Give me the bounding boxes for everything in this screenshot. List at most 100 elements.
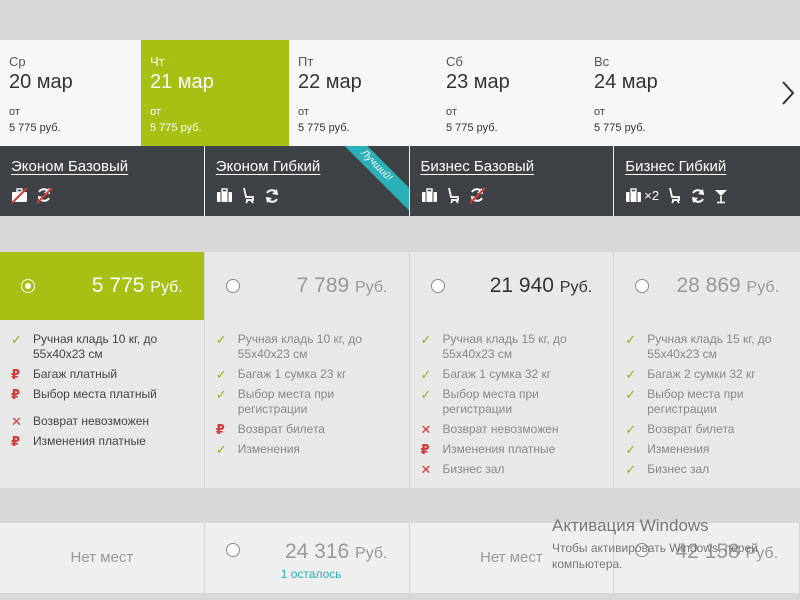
fare-headers: Эконом Базовый Эконом Гибкий Лучший! Бизн… xyxy=(0,146,800,216)
date-tab[interactable]: Чт 21 мар от 5 775 руб. xyxy=(141,40,289,146)
feature-text: Выбор места при регистрации xyxy=(237,387,335,416)
fare-offer[interactable]: 5 775 Руб. ✓ Ручная кладь 10 кг, до 55х4… xyxy=(0,252,205,488)
feature-text: Изменения xyxy=(647,442,710,456)
fare-name[interactable]: Бизнес Гибкий xyxy=(625,158,789,175)
fare-icons xyxy=(11,187,193,204)
ruble-icon: ₽ xyxy=(11,367,21,382)
cross-icon: ✕ xyxy=(11,414,22,429)
exchange-not-allowed-icon xyxy=(36,187,53,204)
feature-text: Выбор места при регистрации xyxy=(647,387,744,416)
feature-text: Возврат билета xyxy=(647,422,735,436)
check-icon: ✓ xyxy=(215,387,227,402)
feature-text: Изменения платные xyxy=(442,442,556,456)
check-icon: ✓ xyxy=(625,462,637,477)
fare-feature: ✓ Багаж 1 сумка 32 кг xyxy=(421,367,603,382)
fare-price: 7 789 Руб. xyxy=(296,274,388,297)
fare-feature: ✓ Ручная кладь 10 кг, до 55х40х23 см xyxy=(11,332,193,362)
feature-text: Ручная кладь 15 кг, до 55х40х23 см xyxy=(442,332,567,361)
baggage-not-included-icon xyxy=(11,187,28,204)
offer-price-bar[interactable]: 5 775 Руб. xyxy=(0,252,204,320)
activation-title: Активация Windows xyxy=(552,516,709,535)
fare-feature: ✕ Возврат невозможен xyxy=(421,422,603,437)
fare-price: 5 775 Руб. xyxy=(91,274,183,297)
fare-offer[interactable]: 24 316 Руб. 1 осталось xyxy=(204,523,410,593)
day-of-week: Пт xyxy=(298,54,314,69)
feature-text: Багаж 1 сумка 23 кг xyxy=(237,367,347,381)
feature-text: Багаж 1 сумка 32 кг xyxy=(442,367,552,381)
check-icon: ✓ xyxy=(420,332,432,347)
check-icon: ✓ xyxy=(625,442,637,457)
fare-feature: ✓ Бизнес зал xyxy=(625,462,789,477)
fare-radio[interactable] xyxy=(430,279,445,293)
min-price: 5 775 руб. xyxy=(446,122,498,134)
check-icon: ✓ xyxy=(420,387,432,402)
check-icon: ✓ xyxy=(625,422,637,437)
feature-text: Бизнес зал xyxy=(647,462,710,476)
fare-radio[interactable] xyxy=(635,279,650,293)
fare-header[interactable]: Бизнес Гибкий ×2 xyxy=(614,146,800,216)
feature-text: Возврат невозможен xyxy=(442,422,559,436)
exchange-not-allowed-icon xyxy=(468,187,486,204)
check-icon: ✓ xyxy=(625,332,637,347)
feature-text: Выбор места платный xyxy=(33,387,157,401)
feature-list: ✓ Ручная кладь 10 кг, до 55х40х23 см ₽ Б… xyxy=(0,320,204,466)
ruble-icon: ₽ xyxy=(215,422,225,437)
date-label: 23 мар xyxy=(446,71,510,93)
fare-offer[interactable]: 21 940 Руб. ✓ Ручная кладь 15 кг, до 55х… xyxy=(409,252,615,488)
check-icon: ✓ xyxy=(11,332,22,347)
price-from-label: от xyxy=(298,106,309,118)
date-label: 24 мар xyxy=(594,71,658,93)
price-from-label: от xyxy=(446,106,457,118)
day-of-week: Сб xyxy=(446,54,463,69)
offer-price-bar[interactable]: 7 789 Руб. xyxy=(205,252,409,320)
fare-feature: ✓ Багаж 2 сумки 32 кг xyxy=(625,367,789,382)
check-icon: ✓ xyxy=(625,367,637,382)
fare-name[interactable]: Эконом Базовый xyxy=(11,158,193,175)
ruble-icon: ₽ xyxy=(11,387,21,402)
feature-text: Багаж платный xyxy=(33,367,118,381)
baggage-icon xyxy=(421,188,437,202)
fare-offer[interactable]: 7 789 Руб. ✓ Ручная кладь 10 кг, до 55х4… xyxy=(204,252,410,488)
day-of-week: Чт xyxy=(150,54,165,69)
date-selector: Ср 20 мар от 5 775 руб. Чт 21 мар от 5 77… xyxy=(0,40,800,146)
fare-feature: ✓ Изменения xyxy=(216,442,398,457)
fare-radio[interactable] xyxy=(225,279,240,293)
day-of-week: Ср xyxy=(9,54,26,69)
date-tab[interactable]: Пт 22 мар от 5 775 руб. xyxy=(289,40,437,146)
fare-radio[interactable] xyxy=(225,543,240,557)
fare-feature: ✓ Ручная кладь 15 кг, до 55х40х23 см xyxy=(421,332,603,362)
offer-price-bar[interactable]: 28 869 Руб. xyxy=(614,252,800,320)
baggage-icon xyxy=(626,188,642,202)
seat-icon xyxy=(447,187,459,204)
fare-offer[interactable]: 28 869 Руб. ✓ Ручная кладь 15 кг, до 55х… xyxy=(614,252,800,488)
fare-header[interactable]: Эконом Гибкий Лучший! xyxy=(205,146,410,216)
fare-header[interactable]: Бизнес Базовый xyxy=(410,146,615,216)
offer-price-bar[interactable]: 21 940 Руб. xyxy=(410,252,614,320)
feature-text: Выбор места при регистрации xyxy=(442,387,539,416)
feature-text: Возврат билета xyxy=(237,422,325,436)
date-tab[interactable]: Сб 23 мар от 5 775 руб. xyxy=(437,40,585,146)
feature-text: Ручная кладь 10 кг, до 55х40х23 см xyxy=(237,332,362,361)
fare-radio[interactable] xyxy=(21,279,35,293)
fare-price: 28 869 Руб. xyxy=(676,274,780,297)
feature-text: Ручная кладь 10 кг, до 55х40х23 см xyxy=(33,332,158,361)
check-icon: ✓ xyxy=(215,442,227,457)
price-from-label: от xyxy=(9,106,20,118)
date-tab[interactable]: Ср 20 мар от 5 775 руб. xyxy=(0,40,141,146)
seat-icon xyxy=(242,187,254,204)
seat-icon xyxy=(669,187,680,204)
activation-text: Чтобы активировать Windows, перей компью… xyxy=(552,541,758,571)
check-icon: ✓ xyxy=(420,367,432,382)
fare-header[interactable]: Эконом Базовый xyxy=(0,146,205,216)
fare-feature: ✓ Изменения xyxy=(625,442,789,457)
feature-text: Изменения xyxy=(237,442,300,456)
min-price: 5 775 руб. xyxy=(594,122,646,134)
fare-name[interactable]: Бизнес Базовый xyxy=(421,158,603,175)
fare-feature: ₽ Выбор места платный xyxy=(11,387,193,402)
chevron-right-icon[interactable] xyxy=(780,78,796,108)
ruble-icon: ₽ xyxy=(420,442,430,457)
feature-list: ✓ Ручная кладь 15 кг, до 55х40х23 см ✓ Б… xyxy=(410,320,614,494)
fare-feature: ₽ Изменения платные xyxy=(421,442,603,457)
date-tab[interactable]: Вс 24 мар от 5 775 руб. xyxy=(585,40,733,146)
fare-price: 24 316 Руб. xyxy=(284,540,388,563)
